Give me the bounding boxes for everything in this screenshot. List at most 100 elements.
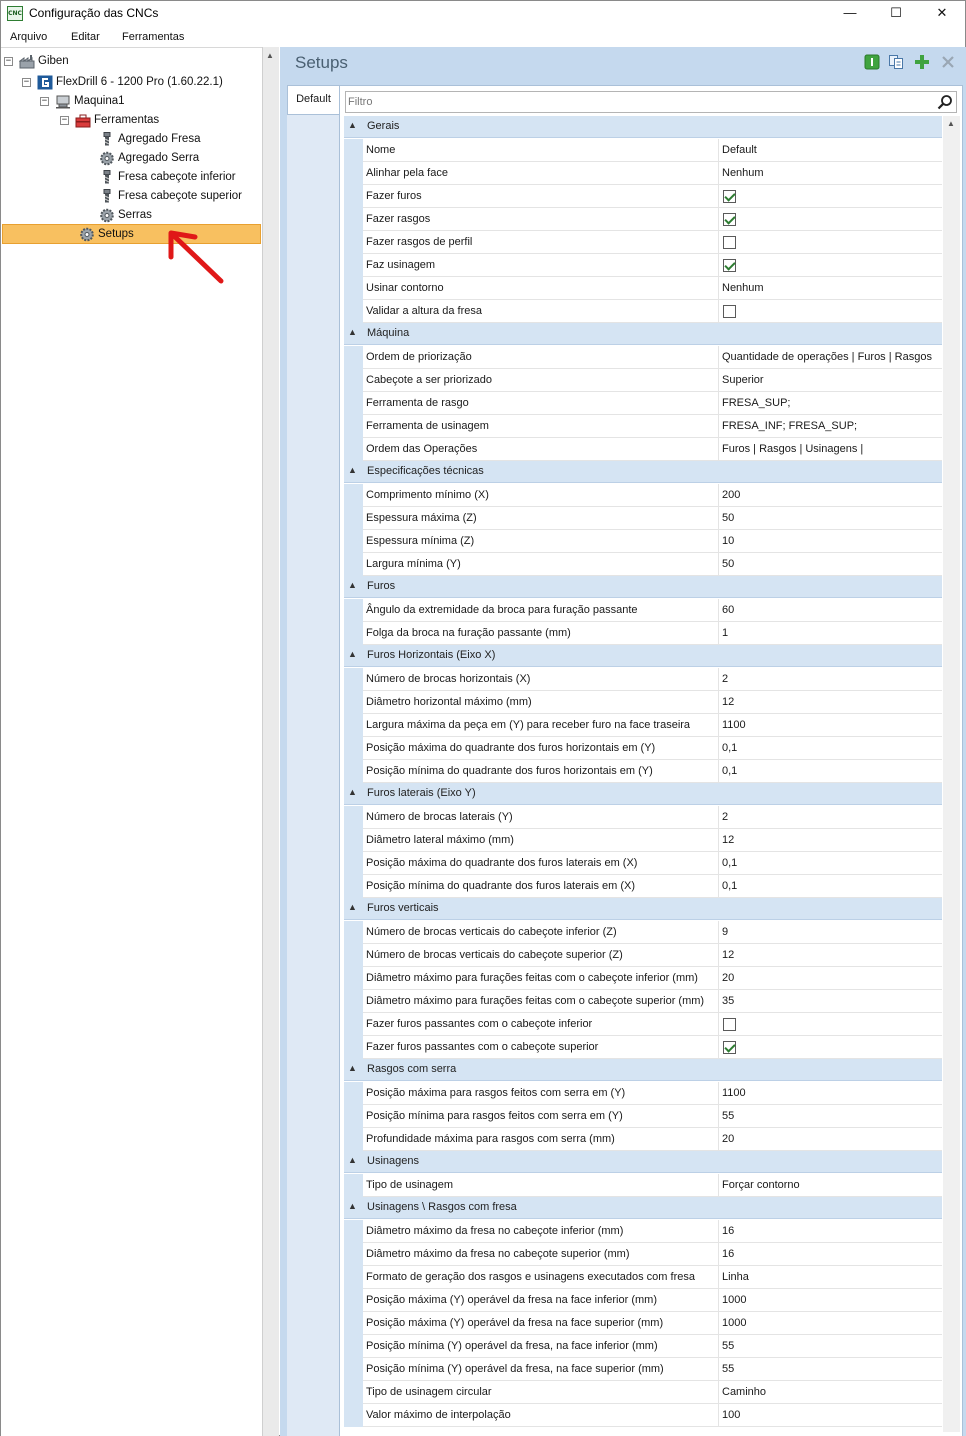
property-row[interactable]: Número de brocas verticais do cabeçote i…: [344, 921, 942, 944]
property-row[interactable]: Validar a altura da fresa: [344, 300, 942, 323]
property-name[interactable]: Diâmetro horizontal máximo (mm): [363, 691, 719, 714]
property-name[interactable]: Posição mínima (Y) operável da fresa, na…: [363, 1358, 719, 1381]
property-row[interactable]: Cabeçote a ser priorizado Superior: [344, 369, 942, 392]
property-name[interactable]: Usinar contorno: [363, 277, 719, 300]
property-value[interactable]: Furos | Rasgos | Usinagens |: [719, 438, 942, 461]
property-row[interactable]: Posição máxima (Y) operável da fresa na …: [344, 1289, 942, 1312]
property-name[interactable]: Ordem das Operações: [363, 438, 719, 461]
property-name[interactable]: Posição máxima do quadrante dos furos ho…: [363, 737, 719, 760]
property-value[interactable]: Forçar contorno: [719, 1174, 942, 1197]
property-value[interactable]: FRESA_SUP;: [719, 392, 942, 415]
collapse-caret-icon[interactable]: ▲: [348, 787, 357, 797]
property-name[interactable]: Nome: [363, 139, 719, 162]
property-name[interactable]: Formato de geração dos rasgos e usinagen…: [363, 1266, 719, 1289]
property-row[interactable]: Largura mínima (Y) 50: [344, 553, 942, 576]
property-name[interactable]: Número de brocas verticais do cabeçote i…: [363, 921, 719, 944]
property-value[interactable]: [719, 300, 942, 323]
collapse-caret-icon[interactable]: ▲: [348, 1201, 357, 1211]
property-row[interactable]: Número de brocas verticais do cabeçote s…: [344, 944, 942, 967]
property-row[interactable]: Posição mínima para rasgos feitos com se…: [344, 1105, 942, 1128]
property-row[interactable]: Faz usinagem: [344, 254, 942, 277]
property-value[interactable]: 1100: [719, 1082, 942, 1105]
property-value[interactable]: 12: [719, 829, 942, 852]
property-name[interactable]: Número de brocas horizontais (X): [363, 668, 719, 691]
property-checkbox[interactable]: [723, 190, 736, 203]
property-name[interactable]: Fazer furos passantes com o cabeçote inf…: [363, 1013, 719, 1036]
category-row[interactable]: ▲ Usinagens: [344, 1151, 942, 1173]
property-row[interactable]: Número de brocas laterais (Y) 2: [344, 806, 942, 829]
property-name[interactable]: Fazer rasgos de perfil: [363, 231, 719, 254]
close-button[interactable]: ✕: [919, 1, 965, 27]
property-name[interactable]: Posição mínima (Y) operável da fresa, na…: [363, 1335, 719, 1358]
property-name[interactable]: Validar a altura da fresa: [363, 300, 719, 323]
copy-icon[interactable]: [888, 54, 904, 70]
property-row[interactable]: Alinhar pela face Nenhum: [344, 162, 942, 185]
property-row[interactable]: Fazer rasgos: [344, 208, 942, 231]
property-name[interactable]: Ferramenta de usinagem: [363, 415, 719, 438]
tree-item-node[interactable]: Agregado Fresa: [1, 130, 260, 149]
grid-scrollbar[interactable]: ▲: [943, 116, 960, 1432]
tree-item-node[interactable]: Fresa cabeçote inferior: [1, 168, 260, 187]
category-row[interactable]: ▲ Furos: [344, 576, 942, 598]
property-name[interactable]: Número de brocas verticais do cabeçote s…: [363, 944, 719, 967]
property-value[interactable]: 50: [719, 553, 942, 576]
property-value[interactable]: [719, 208, 942, 231]
category-row[interactable]: ▲ Especificações técnicas: [344, 461, 942, 483]
category-row[interactable]: ▲ Usinagens \ Rasgos com fresa: [344, 1197, 942, 1219]
tree-collapse-icon[interactable]: −: [4, 57, 13, 66]
tab-default[interactable]: Default: [287, 85, 339, 115]
property-value[interactable]: [719, 1013, 942, 1036]
property-row[interactable]: Posição mínima do quadrante dos furos ho…: [344, 760, 942, 783]
property-value[interactable]: 0,1: [719, 737, 942, 760]
scroll-up-arrow-icon[interactable]: ▲: [947, 119, 955, 128]
property-checkbox[interactable]: [723, 259, 736, 272]
category-row[interactable]: ▲ Furos laterais (Eixo Y): [344, 783, 942, 805]
property-name[interactable]: Diâmetro máximo da fresa no cabeçote inf…: [363, 1220, 719, 1243]
property-checkbox[interactable]: [723, 236, 736, 249]
property-name[interactable]: Tipo de usinagem: [363, 1174, 719, 1197]
property-name[interactable]: Espessura mínima (Z): [363, 530, 719, 553]
property-name[interactable]: Alinhar pela face: [363, 162, 719, 185]
property-name[interactable]: Fazer furos passantes com o cabeçote sup…: [363, 1036, 719, 1059]
tree-collapse-icon[interactable]: −: [60, 116, 69, 125]
tree-item-node[interactable]: − Ferramentas: [1, 111, 260, 130]
property-value[interactable]: 100: [719, 1404, 942, 1427]
property-value[interactable]: [719, 231, 942, 254]
property-row[interactable]: Ângulo da extremidade da broca para fura…: [344, 599, 942, 622]
property-value[interactable]: Linha: [719, 1266, 942, 1289]
property-row[interactable]: Profundidade máxima para rasgos com serr…: [344, 1128, 942, 1151]
property-value[interactable]: 1: [719, 622, 942, 645]
property-name[interactable]: Valor máximo de interpolação: [363, 1404, 719, 1427]
property-name[interactable]: Ângulo da extremidade da broca para fura…: [363, 599, 719, 622]
property-row[interactable]: Posição mínima do quadrante dos furos la…: [344, 875, 942, 898]
delete-icon[interactable]: [940, 54, 956, 70]
property-name[interactable]: Diâmetro máximo da fresa no cabeçote sup…: [363, 1243, 719, 1266]
property-row[interactable]: Usinar contorno Nenhum: [344, 277, 942, 300]
tree-collapse-icon[interactable]: −: [40, 97, 49, 106]
property-row[interactable]: Diâmetro lateral máximo (mm) 12: [344, 829, 942, 852]
collapse-caret-icon[interactable]: ▲: [348, 1063, 357, 1073]
property-row[interactable]: Diâmetro máximo para furações feitas com…: [344, 967, 942, 990]
property-row[interactable]: Diâmetro máximo da fresa no cabeçote inf…: [344, 1220, 942, 1243]
property-value[interactable]: Caminho: [719, 1381, 942, 1404]
property-row[interactable]: Posição mínima (Y) operável da fresa, na…: [344, 1335, 942, 1358]
property-value[interactable]: 12: [719, 944, 942, 967]
add-icon[interactable]: [914, 54, 930, 70]
property-row[interactable]: Ferramenta de rasgo FRESA_SUP;: [344, 392, 942, 415]
property-value[interactable]: 55: [719, 1358, 942, 1381]
property-value[interactable]: 55: [719, 1335, 942, 1358]
property-name[interactable]: Posição máxima para rasgos feitos com se…: [363, 1082, 719, 1105]
minimize-button[interactable]: —: [827, 1, 873, 27]
property-name[interactable]: Posição máxima (Y) operável da fresa na …: [363, 1312, 719, 1335]
menu-arquivo[interactable]: Arquivo: [10, 31, 47, 43]
property-value[interactable]: Quantidade de operações | Furos | Rasgos: [719, 346, 942, 369]
property-row[interactable]: Posição máxima do quadrante dos furos la…: [344, 852, 942, 875]
property-row[interactable]: Ordem das Operações Furos | Rasgos | Usin…: [344, 438, 942, 461]
property-value[interactable]: 1000: [719, 1289, 942, 1312]
property-row[interactable]: Número de brocas horizontais (X) 2: [344, 668, 942, 691]
property-name[interactable]: Fazer furos: [363, 185, 719, 208]
property-name[interactable]: Diâmetro máximo para furações feitas com…: [363, 990, 719, 1013]
collapse-caret-icon[interactable]: ▲: [348, 902, 357, 912]
property-row[interactable]: Comprimento mínimo (X) 200: [344, 484, 942, 507]
property-row[interactable]: Tipo de usinagem Forçar contorno: [344, 1174, 942, 1197]
